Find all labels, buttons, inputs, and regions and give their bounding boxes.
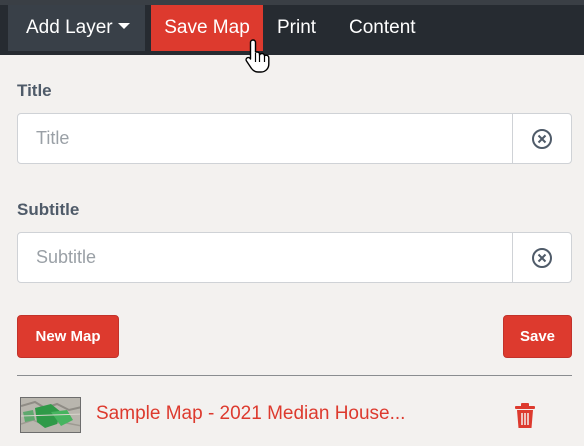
save-button[interactable]: Save: [503, 315, 572, 358]
new-map-button[interactable]: New Map: [17, 315, 119, 358]
tab-print[interactable]: Print: [277, 5, 316, 51]
add-layer-label: Add Layer: [26, 17, 113, 38]
trash-icon[interactable]: [514, 403, 536, 429]
clear-title-button[interactable]: [512, 114, 571, 163]
divider: [17, 375, 572, 376]
map-name-link[interactable]: Sample Map - 2021 Median House...: [96, 403, 405, 425]
circle-x-icon: [532, 247, 552, 268]
add-layer-dropdown[interactable]: Add Layer: [8, 5, 145, 51]
tab-content[interactable]: Content: [349, 5, 416, 51]
title-label: Title: [17, 81, 52, 100]
top-navbar: Add Layer Save Map Print Content: [0, 0, 584, 55]
list-item[interactable]: Sample Map - 2021 Median House...: [17, 393, 572, 437]
map-thumbnail: [20, 397, 81, 433]
circle-x-icon: [532, 128, 552, 149]
clear-subtitle-button[interactable]: [512, 233, 571, 282]
subtitle-input[interactable]: [18, 233, 513, 282]
title-input[interactable]: [18, 114, 513, 163]
subtitle-field: [17, 232, 572, 283]
title-field: [17, 113, 572, 164]
subtitle-label: Subtitle: [17, 200, 80, 219]
caret-down-icon: [117, 22, 130, 29]
hand-pointer-icon: [245, 39, 270, 73]
